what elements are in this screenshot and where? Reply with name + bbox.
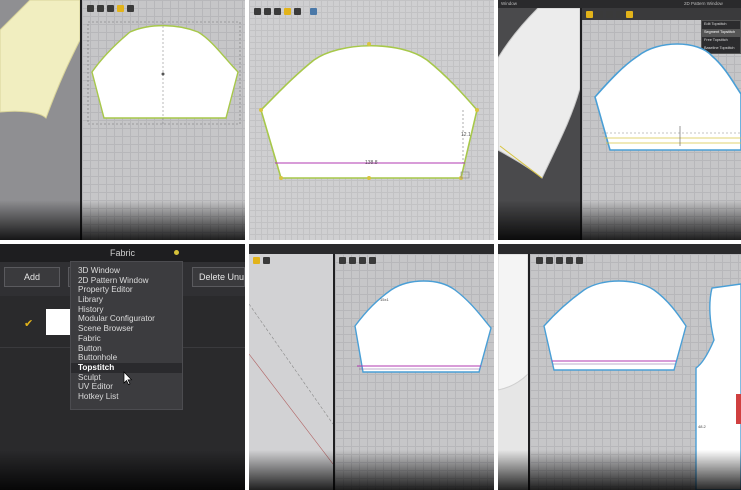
fabric-title: Fabric [109, 248, 135, 258]
menu-item-history[interactable]: History [71, 305, 182, 315]
shadow-gradient [0, 200, 245, 240]
shadow-gradient [498, 200, 741, 240]
shadow-gradient [498, 450, 741, 490]
delete-unused-button[interactable]: Delete Unuse [192, 267, 245, 287]
check-icon: ✔ [24, 318, 34, 330]
add-button[interactable]: Add [4, 267, 60, 287]
window-menu: 3D Window 2D Pattern Window Property Edi… [70, 261, 183, 410]
panel-3d-2d-view [0, 0, 245, 240]
fabric-swatch[interactable] [46, 309, 70, 335]
panel-2d-measurement[interactable]: 138.8 12.1 [249, 0, 494, 240]
mouse-cursor-icon [123, 371, 133, 385]
menu-item-2d-pattern-window[interactable]: 2D Pattern Window [71, 276, 182, 286]
menu-item-buttonhole[interactable]: Buttonhole [71, 353, 182, 363]
menu-item-library[interactable]: Library [71, 295, 182, 305]
panel-final-pattern: 48.2 [498, 244, 741, 490]
fabric-panel-header: Fabric [0, 244, 245, 262]
panel-topstitch-result: 15x1 [249, 244, 494, 490]
shadow-gradient [0, 450, 245, 490]
menu-item-3d-window[interactable]: 3D Window [71, 266, 182, 276]
menu-item-button[interactable]: Button [71, 344, 182, 354]
menu-item-hotkey-list[interactable]: Hotkey List [71, 392, 182, 402]
menu-item-modular-configurator[interactable]: Modular Configurator [71, 314, 182, 324]
menu-item-property-editor[interactable]: Property Editor [71, 285, 182, 295]
shadow-gradient [249, 450, 494, 490]
menu-item-fabric[interactable]: Fabric [71, 334, 182, 344]
width-label: 138.8 [365, 160, 378, 166]
height-label: 12.1 [461, 132, 471, 138]
panel-topstitch-menu: Window 2D Pattern Window Edit Topstitch … [498, 0, 741, 240]
pattern-label: 48.2 [698, 424, 706, 429]
menu-item-scene-browser[interactable]: Scene Browser [71, 324, 182, 334]
panel-indicator-icon [174, 250, 179, 255]
pattern-label: 15x1 [380, 297, 389, 302]
sleeve-pattern-measure [259, 42, 479, 180]
